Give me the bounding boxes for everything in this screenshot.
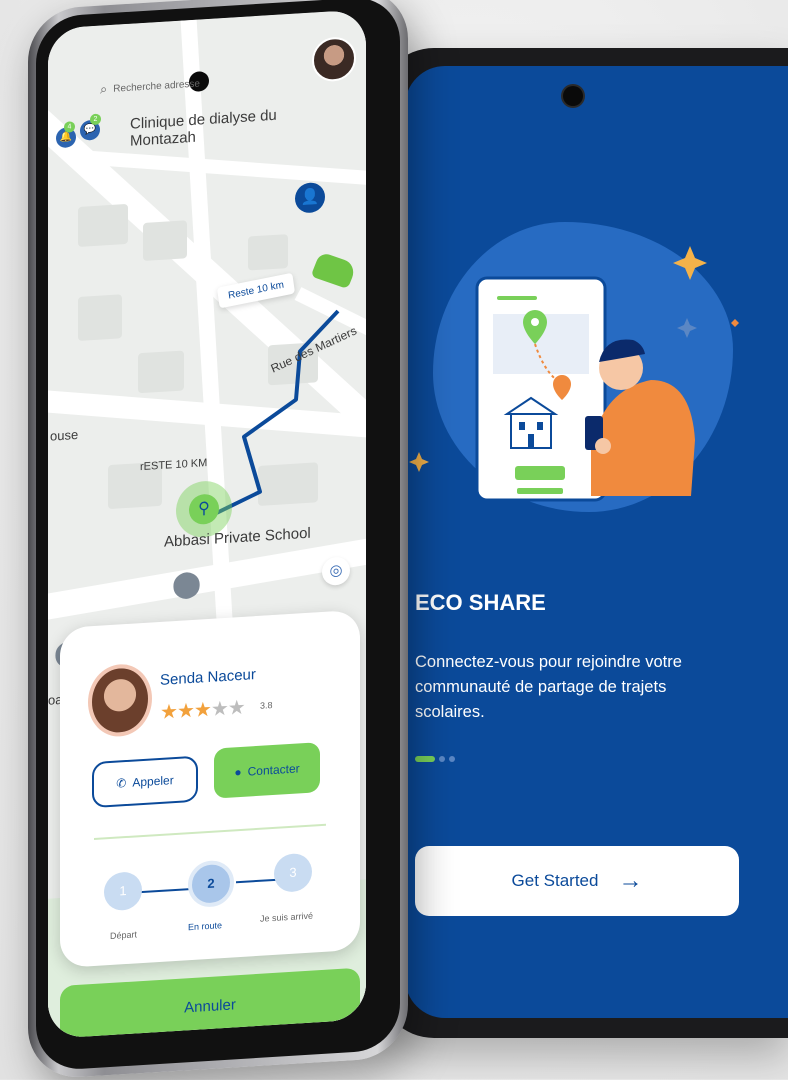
onboarding-illustration — [409, 246, 739, 502]
step-label-3: Je suis arrivé — [260, 910, 314, 924]
sparkle-icon — [673, 246, 707, 280]
sparkle-icon — [409, 452, 429, 472]
phone-icon: ✆ — [116, 775, 127, 791]
star-icon: ★ — [193, 698, 211, 722]
step-connector — [236, 878, 278, 884]
call-button[interactable]: ✆ Appeler — [92, 755, 198, 809]
rating-stars: ★★★★★ — [160, 695, 245, 725]
map-pin-icon[interactable]: ⬤ — [172, 567, 201, 600]
pager-dot-active[interactable] — [415, 756, 435, 762]
contact-button[interactable]: ● Contacter — [214, 742, 320, 799]
rating-value: 3.8 — [260, 700, 273, 711]
onboarding-screen: ECO SHARE Connectez-vous pour rejoindre … — [405, 66, 788, 1018]
search-icon: ⌕ — [100, 81, 108, 97]
pager-indicator[interactable] — [415, 756, 455, 762]
pager-dot[interactable] — [449, 756, 455, 762]
app-title: ECO SHARE — [415, 590, 546, 615]
step-2: 2 — [188, 859, 234, 909]
arrow-right-icon: → — [618, 867, 643, 894]
step-3: 3 — [274, 852, 312, 893]
driver-avatar — [88, 662, 152, 739]
contact-label: Contacter — [247, 761, 300, 779]
step-label-2: En route — [188, 920, 223, 933]
driver-name: Senda Naceur — [160, 666, 256, 689]
map-label-house: ouse — [50, 426, 79, 444]
message-icon: ● — [234, 764, 242, 780]
map-screen: ⌕ Recherche adresse 🔔 4 💬 2 Clinique de … — [48, 9, 366, 1039]
star-icon: ★ — [160, 700, 177, 724]
divider — [94, 823, 326, 840]
pager-dot[interactable] — [439, 756, 445, 762]
star-icon: ★ — [227, 696, 245, 720]
app-description: Connectez-vous pour rejoindre votre comm… — [415, 653, 682, 721]
step-1: 1 — [104, 871, 142, 912]
map-pin-icon: ⚲ — [189, 493, 219, 526]
get-started-label: Get Started — [511, 871, 599, 890]
front-camera — [563, 86, 583, 106]
driver-card: Senda Naceur ★★★★★ 3.8 ✆ Appeler ● Conta… — [60, 609, 360, 969]
star-icon: ★ — [176, 699, 194, 723]
person-illustration — [591, 380, 695, 496]
get-started-button[interactable]: Get Started → — [415, 846, 739, 916]
star-icon: ★ — [210, 697, 228, 721]
step-label-1: Départ — [110, 929, 138, 941]
phone-left: ⌕ Recherche adresse 🔔 4 💬 2 Clinique de … — [28, 0, 408, 1080]
call-label: Appeler — [132, 773, 174, 790]
cancel-label: Annuler — [184, 995, 236, 1016]
sparkle-icon — [731, 319, 739, 327]
search-placeholder: Recherche adresse — [113, 77, 200, 95]
sparkle-icon — [677, 318, 697, 338]
